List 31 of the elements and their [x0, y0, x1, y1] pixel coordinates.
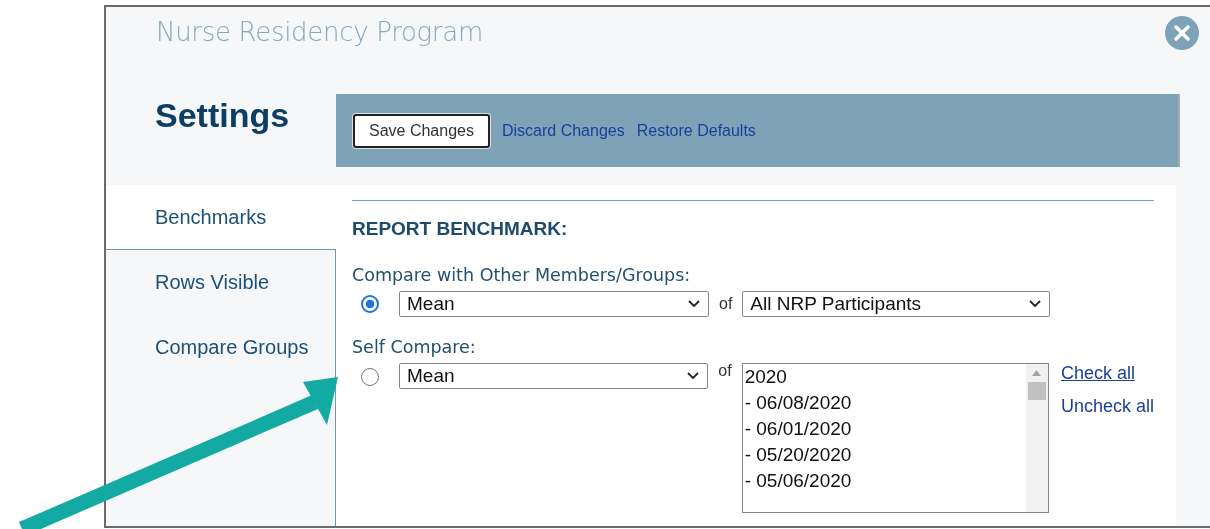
chevron-icon	[1029, 300, 1042, 308]
window-title: Nurse Residency Program	[156, 17, 483, 47]
page-title: Settings	[154, 96, 291, 135]
listbox-option[interactable]: - 06/01/2020	[744, 416, 1026, 442]
check-link[interactable]: Uncheck all	[1060, 396, 1154, 417]
statistic-dropdown[interactable]: Mean	[399, 291, 709, 317]
group-label: Compare with Other Members/Groups:	[352, 265, 692, 285]
scrollbar[interactable]	[1025, 364, 1048, 512]
chevron-icon	[688, 300, 700, 308]
scroll-thumb[interactable]	[1027, 382, 1046, 400]
sidebar-tab[interactable]: Benchmarks	[106, 185, 336, 250]
target-dropdown[interactable]: All NRP Participants	[742, 291, 1051, 317]
chevron-icon	[687, 372, 700, 380]
scroll-up-icon[interactable]	[1032, 370, 1042, 376]
group-label: Self Compare:	[352, 337, 477, 357]
listbox-option[interactable]: - 05/20/2020	[744, 442, 1026, 468]
of-label: of	[718, 362, 732, 380]
listbox-option[interactable]: - 06/08/2020	[744, 390, 1026, 416]
toolbar-link[interactable]: Restore Defaults	[636, 121, 756, 140]
check-link[interactable]: Check all	[1060, 363, 1135, 384]
radio-button[interactable]	[361, 295, 379, 313]
close-icon[interactable]	[1164, 15, 1200, 51]
statistic-dropdown[interactable]: Mean	[399, 363, 709, 389]
section-heading: REPORT BENCHMARK:	[352, 218, 569, 240]
radio-button[interactable]	[361, 368, 379, 386]
of-label: of	[719, 295, 733, 313]
save-changes-button[interactable]: Save Changes	[353, 113, 490, 148]
listbox-option[interactable]: 2020	[744, 364, 1026, 390]
listbox-option[interactable]: - 05/06/2020	[744, 468, 1026, 494]
toolbar-link[interactable]: Discard Changes	[501, 121, 625, 140]
date-listbox[interactable]: 2020 - 06/08/2020 - 06/01/2020 - 05/20/2020 - 05/06/2020	[741, 363, 1049, 513]
